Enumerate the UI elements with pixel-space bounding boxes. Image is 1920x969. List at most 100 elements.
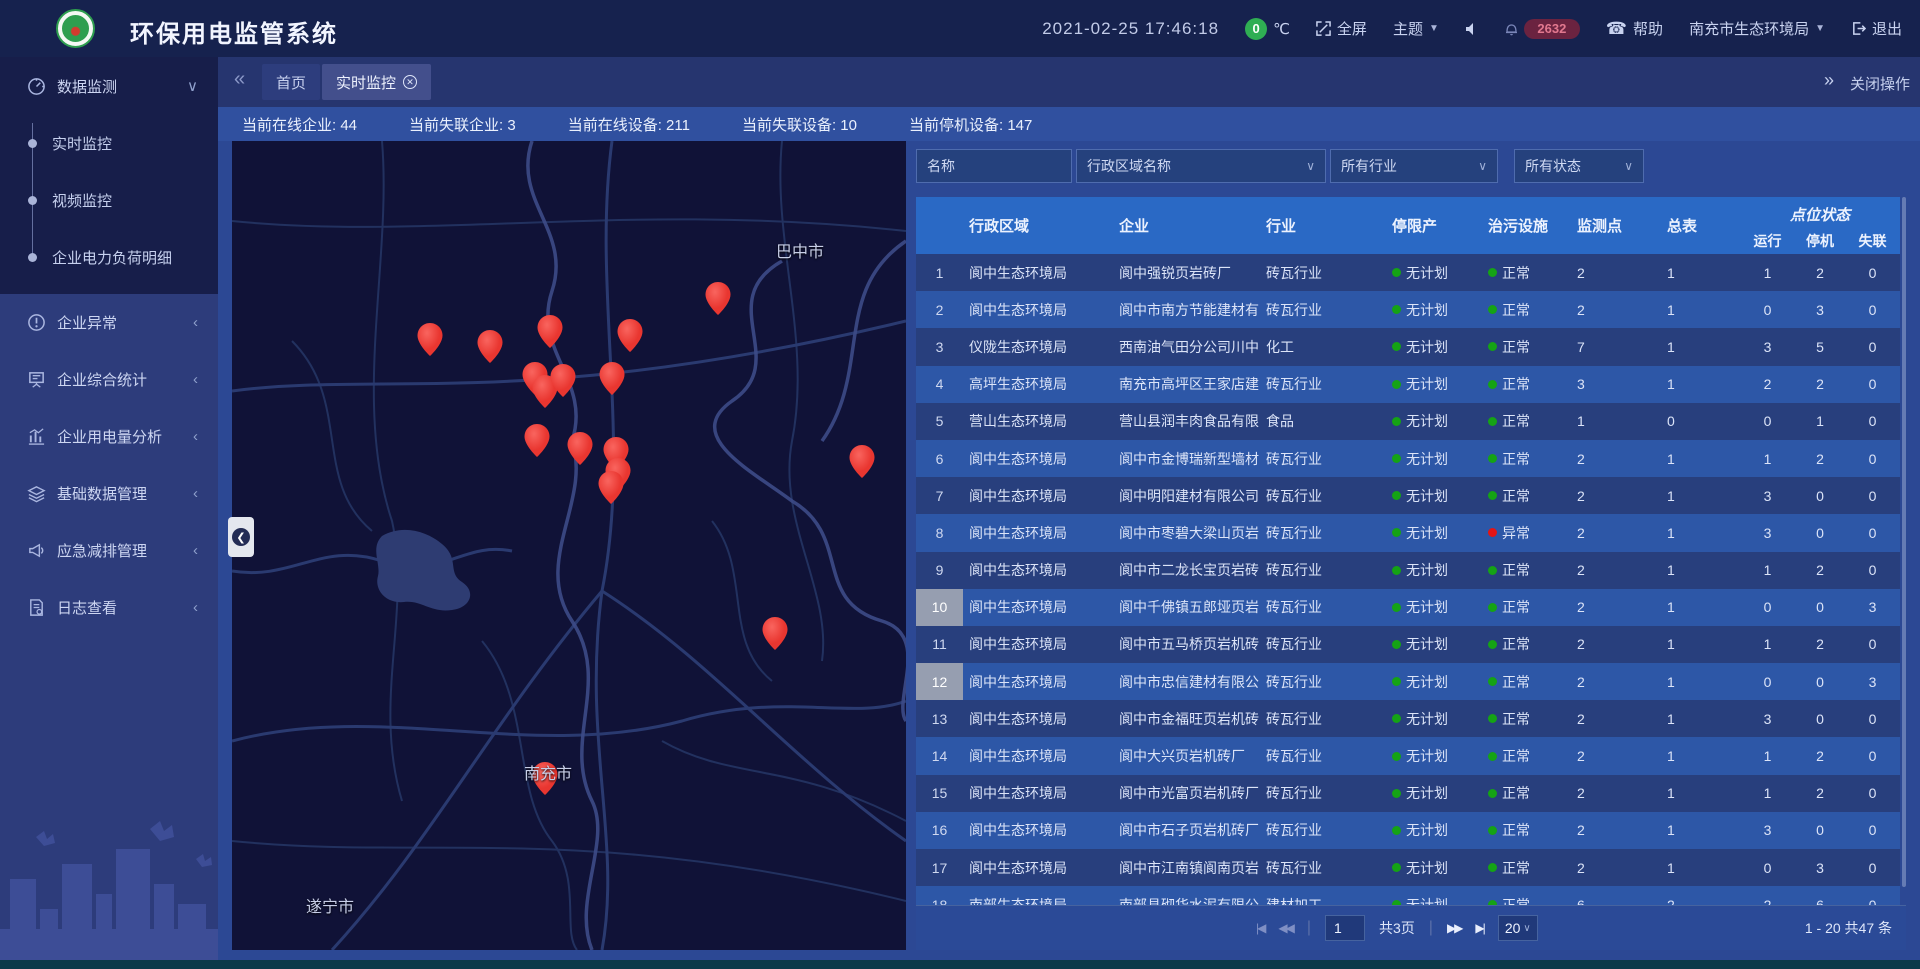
map-pin-icon[interactable] [850, 445, 875, 478]
fullscreen-button[interactable]: 全屏 [1316, 18, 1367, 39]
col-subheader-1[interactable]: 停机 [1795, 227, 1845, 254]
table-row[interactable]: 2阆中生态环境局阆中市南方节能建材有砖瓦行业无计划正常21030 [916, 291, 1900, 328]
col-header-3[interactable]: 停限产 [1386, 197, 1482, 254]
map-canvas[interactable]: 巴中市南充市遂宁市 [232, 141, 906, 950]
cell-stopped: 2 [1795, 254, 1845, 291]
map-pin-icon[interactable] [538, 315, 563, 348]
table-row[interactable]: 9阆中生态环境局阆中市二龙长宝页岩砖砖瓦行业无计划正常21120 [916, 552, 1900, 589]
sidebar-collapse-handle[interactable]: ❮ [228, 517, 254, 557]
col-header-0[interactable]: 行政区域 [963, 197, 1113, 254]
table-row[interactable]: 7阆中生态环境局阆中明阳建材有限公司砖瓦行业无计划正常21300 [916, 477, 1900, 514]
tab-realtime-monitor[interactable]: 实时监控 ✕ [322, 64, 431, 100]
sidebar-subitem-2[interactable]: 企业电力负荷明细 [0, 229, 218, 286]
map-pin-icon[interactable] [763, 617, 788, 650]
chart-icon [27, 427, 46, 446]
sidebar-item-label: 应急减排管理 [57, 540, 147, 561]
prev-page-icon[interactable]: ◀◀ [1278, 921, 1292, 935]
cell-industry: 砖瓦行业 [1260, 700, 1386, 737]
status-dot-icon [1488, 714, 1497, 723]
table-row[interactable]: 1阆中生态环境局阆中强锐页岩砖厂砖瓦行业无计划正常21120 [916, 254, 1900, 291]
cell-disconnected: 0 [1845, 366, 1900, 403]
table-row[interactable]: 12阆中生态环境局阆中市忠信建材有限公砖瓦行业无计划正常21003 [916, 663, 1900, 700]
col-header-2[interactable]: 行业 [1260, 197, 1386, 254]
sidebar-item-5[interactable]: 应急减排管理‹ [0, 522, 218, 579]
col-header-1[interactable]: 企业 [1113, 197, 1260, 254]
sidebar-subitem-1[interactable]: 视频监控 [0, 172, 218, 229]
sidebar-item-1[interactable]: 企业异常‹ [0, 294, 218, 351]
theme-menu-button[interactable]: 主题 ▼ [1393, 18, 1439, 39]
speaker-muted-icon [1465, 22, 1479, 36]
cell-running: 0 [1740, 663, 1795, 700]
status-dot-icon [1392, 677, 1401, 686]
first-page-icon[interactable]: |◀ [1256, 921, 1264, 935]
page-number-input[interactable]: 1 [1325, 915, 1365, 941]
sidebar-subitem-0[interactable]: 实时监控 [0, 115, 218, 172]
name-search-input[interactable] [916, 149, 1072, 183]
map-pin-icon[interactable] [568, 432, 593, 465]
status-dot-icon [1392, 789, 1401, 798]
industry-select[interactable]: 所有行业 ∨ [1330, 149, 1498, 183]
table-row[interactable]: 15阆中生态环境局阆中市光富页岩机砖厂砖瓦行业无计划正常21120 [916, 775, 1900, 812]
table-row[interactable]: 3仪陇生态环境局西南油气田分公司川中化工无计划正常71350 [916, 328, 1900, 365]
status-select[interactable]: 所有状态 ∨ [1514, 149, 1644, 183]
tab-home[interactable]: 首页 [262, 64, 320, 100]
table-row[interactable]: 11阆中生态环境局阆中市五马桥页岩机砖砖瓦行业无计划正常21120 [916, 626, 1900, 663]
alarm-counter[interactable]: 2632 [1505, 19, 1580, 39]
cell-index: 1 [916, 254, 963, 291]
map-pin-icon[interactable] [599, 471, 624, 504]
map-pin-icon[interactable] [551, 364, 576, 397]
status-dot-icon [1392, 380, 1401, 389]
table-row[interactable]: 8阆中生态环境局阆中市枣碧大梁山页岩砖瓦行业无计划异常21300 [916, 514, 1900, 551]
sidebar-item-4[interactable]: 基础数据管理‹ [0, 465, 218, 522]
sidebar: 数据监测∨实时监控视频监控企业电力负荷明细企业异常‹企业综合统计‹企业用电量分析… [0, 57, 218, 969]
map-pin-icon[interactable] [706, 282, 731, 315]
tabs-scroll-right-icon[interactable]: » [1824, 70, 1834, 91]
sidebar-item-3[interactable]: 企业用电量分析‹ [0, 408, 218, 465]
table-row[interactable]: 4高坪生态环境局南充市高坪区王家店建砖瓦行业无计划正常31220 [916, 366, 1900, 403]
cell-running: 0 [1740, 403, 1795, 440]
table-row[interactable]: 5营山生态环境局营山县润丰肉食品有限食品无计划正常10010 [916, 403, 1900, 440]
sidebar-item-6[interactable]: 日志查看‹ [0, 579, 218, 636]
tabs-scroll-left-icon[interactable]: « [234, 68, 245, 91]
last-page-icon[interactable]: ▶| [1475, 921, 1483, 935]
cell-stopped: 2 [1795, 366, 1845, 403]
sidebar-item-0[interactable]: 数据监测∨ [0, 57, 218, 115]
table-row[interactable]: 17阆中生态环境局阆中市江南镇阆南页岩砖瓦行业无计划正常21030 [916, 849, 1900, 886]
table-row[interactable]: 14阆中生态环境局阆中大兴页岩机砖厂砖瓦行业无计划正常21120 [916, 737, 1900, 774]
close-operations-button[interactable]: 关闭操作 [1850, 73, 1910, 94]
table-row[interactable]: 6阆中生态环境局阆中市金博瑞新型墙材砖瓦行业无计划正常21120 [916, 440, 1900, 477]
cell-running: 1 [1740, 737, 1795, 774]
cell-monitor-points: 2 [1571, 775, 1661, 812]
help-button[interactable]: ☎ 帮助 [1606, 18, 1663, 39]
logout-button[interactable]: 退出 [1851, 18, 1902, 39]
map-pin-icon[interactable] [618, 319, 643, 352]
temperature-icon: 0 [1245, 18, 1267, 40]
col-subheader-0[interactable]: 运行 [1740, 227, 1795, 254]
table-scrollbar[interactable] [1902, 197, 1906, 887]
cell-region: 阆中生态环境局 [963, 552, 1113, 589]
cell-running: 0 [1740, 291, 1795, 328]
table-row[interactable]: 13阆中生态环境局阆中市金福旺页岩机砖砖瓦行业无计划正常21300 [916, 700, 1900, 737]
map-pin-icon[interactable] [418, 323, 443, 356]
col-header-4[interactable]: 治污设施 [1482, 197, 1571, 254]
cell-industry: 砖瓦行业 [1260, 552, 1386, 589]
close-icon[interactable]: ✕ [403, 75, 417, 89]
mute-button[interactable] [1465, 22, 1479, 36]
stat-item: 当前失联企业: 3 [409, 114, 516, 135]
region-select[interactable]: 行政区域名称 ∨ [1076, 149, 1326, 183]
org-menu-button[interactable]: 南充市生态环境局 ▼ [1689, 18, 1825, 39]
table-row[interactable]: 10阆中生态环境局阆中千佛镇五郎垭页岩砖瓦行业无计划正常21003 [916, 589, 1900, 626]
col-header-6[interactable]: 总表 [1661, 197, 1740, 254]
page-size-select[interactable]: 20 ∨ [1498, 915, 1538, 941]
cell-stop-status: 无计划 [1386, 849, 1482, 886]
cell-stopped: 2 [1795, 440, 1845, 477]
col-subheader-2[interactable]: 失联 [1845, 227, 1900, 254]
col-header-5[interactable]: 监测点 [1571, 197, 1661, 254]
table-row[interactable]: 16阆中生态环境局阆中市石子页岩机砖厂砖瓦行业无计划正常21300 [916, 812, 1900, 849]
map-pin-icon[interactable] [525, 424, 550, 457]
sidebar-item-2[interactable]: 企业综合统计‹ [0, 351, 218, 408]
map-pin-icon[interactable] [600, 362, 625, 395]
cell-facility-status: 正常 [1482, 440, 1571, 477]
map-pin-icon[interactable] [478, 330, 503, 363]
next-page-icon[interactable]: ▶▶ [1447, 921, 1461, 935]
